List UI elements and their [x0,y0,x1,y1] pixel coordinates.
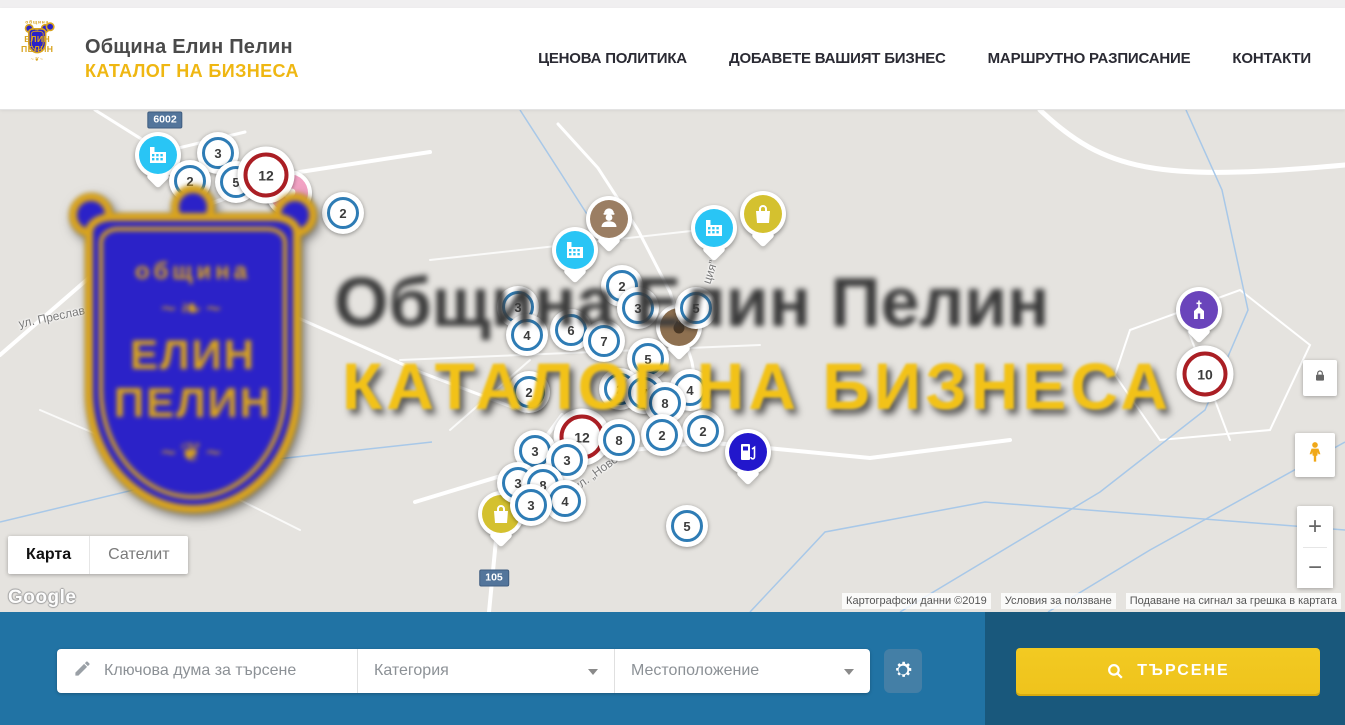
google-logo: Google [8,587,76,609]
logo-ornament-bottom: ~❦~ [31,55,44,62]
cluster-count: 2 [687,415,719,447]
cluster-count: 4 [549,485,581,517]
site-header: община ~❧~ ЕЛИН ПЕЛИН ~❦~ Община Елин Пе… [0,8,1345,110]
cluster-marker[interactable]: 4 [506,314,548,356]
attribution-data: Картографски данни ©2019 [842,593,991,609]
pin-marker-building[interactable] [691,205,737,251]
cluster-marker[interactable]: 5 [675,287,717,329]
cluster-marker[interactable]: 5 [666,505,708,547]
marker-layer: 325122233564752427822128333843510 [0,110,1345,612]
search-bar: Категория Местоположение ТЪРСЕНЕ [0,612,1345,725]
building-icon [695,209,733,247]
cluster-count: 3 [515,489,547,521]
search-group: Категория Местоположение [57,649,870,693]
zoom-in-button[interactable]: + [1297,507,1333,547]
building-icon [139,136,177,174]
pin-marker-building[interactable] [552,227,598,273]
cluster-marker[interactable]: 3 [510,484,552,526]
nav-item-contacts[interactable]: КОНТАКТИ [1232,50,1311,67]
map-canvas[interactable]: 6002105 ул. Преславбул. „Новоселция” 325… [0,110,1345,612]
cluster-marker[interactable]: 10 [1177,346,1234,403]
keyword-section [57,649,357,693]
cluster-count: 5 [680,292,712,324]
pegman-button[interactable] [1295,433,1335,477]
gear-icon [892,659,914,684]
cluster-count: 2 [513,376,545,408]
advanced-settings-button[interactable] [884,649,922,693]
cluster-count: 2 [174,165,206,197]
search-icon [1106,662,1125,681]
cluster-marker[interactable]: 2 [322,192,364,234]
map-attribution: Картографски данни ©2019 Условия за полз… [842,593,1341,609]
category-placeholder: Категория [374,662,449,680]
cluster-marker[interactable]: 2 [508,371,550,413]
logo-text-line1: ЕЛИН [21,34,53,44]
building-icon [556,231,594,269]
keyword-input[interactable] [104,662,341,680]
pegman-icon [1302,440,1328,471]
nav-item-pricing[interactable]: ЦЕНОВА ПОЛИТИКА [538,50,687,67]
pin-marker-church[interactable] [1176,287,1222,333]
map-type-switcher: Карта Сателит [8,536,188,574]
cluster-marker[interactable]: 7 [583,320,625,362]
category-select[interactable]: Категория [357,649,614,693]
cluster-marker[interactable]: 2 [682,410,724,452]
cluster-marker[interactable]: 3 [617,287,659,329]
cluster-count: 2 [646,419,678,451]
search-button[interactable]: ТЪРСЕНЕ [1016,648,1320,694]
cluster-count: 3 [622,292,654,324]
lock-icon [1312,368,1328,389]
nav-item-add-business[interactable]: ДОБАВЕТЕ ВАШИЯТ БИЗНЕС [729,50,946,67]
pin-marker-fuel[interactable] [725,429,771,475]
cluster-count: 4 [511,319,543,351]
chevron-down-icon [844,669,854,675]
chevron-down-icon [588,669,598,675]
cluster-count: 2 [327,197,359,229]
cluster-count: 10 [1183,352,1228,397]
pencil-icon [73,659,92,683]
cluster-marker[interactable]: 2 [169,160,211,202]
site-subtitle: КАТАЛОГ НА БИЗНЕСА [85,61,299,82]
church-icon [1180,291,1218,329]
logo-text-top: община [25,18,49,24]
report-error-link[interactable]: Подаване на сигнал за грешка в картата [1126,593,1341,609]
logo-ornament: ~❧~ [31,26,44,33]
site-title: Община Елин Пелин [85,36,299,59]
pin-marker-bag[interactable] [740,191,786,237]
location-select[interactable]: Местоположение [614,649,870,693]
worker-icon [590,200,628,238]
bag-icon [744,195,782,233]
satellite-view-button[interactable]: Сателит [89,536,187,574]
brand[interactable]: община ~❧~ ЕЛИН ПЕЛИН ~❦~ Община Елин Пе… [28,28,299,90]
cluster-count: 7 [588,325,620,357]
cluster-marker[interactable]: 8 [598,419,640,461]
cluster-count: 8 [603,424,635,456]
terms-link[interactable]: Условия за ползване [1001,593,1116,609]
location-placeholder: Местоположение [631,662,759,680]
main-nav: ЦЕНОВА ПОЛИТИКА ДОБАВЕТЕ ВАШИЯТ БИЗНЕС М… [538,50,1317,67]
cluster-count: 5 [632,343,664,375]
municipality-logo: община ~❧~ ЕЛИН ПЕЛИН ~❦~ [28,28,46,53]
cluster-marker[interactable]: 12 [238,147,295,204]
fuel-icon [729,433,767,471]
map-view-button[interactable]: Карта [8,536,89,574]
lock-button[interactable] [1303,360,1337,396]
cluster-count: 12 [244,153,289,198]
logo-text-line2: ПЕЛИН [21,44,53,54]
zoom-out-button[interactable]: − [1297,548,1333,588]
cluster-marker[interactable]: 2 [641,414,683,456]
page-top-strip [0,0,1345,8]
nav-item-bus-schedule[interactable]: МАРШРУТНО РАЗПИСАНИЕ [988,50,1191,67]
zoom-controls: + − [1297,506,1333,588]
cluster-count: 5 [671,510,703,542]
search-button-label: ТЪРСЕНЕ [1137,662,1229,680]
